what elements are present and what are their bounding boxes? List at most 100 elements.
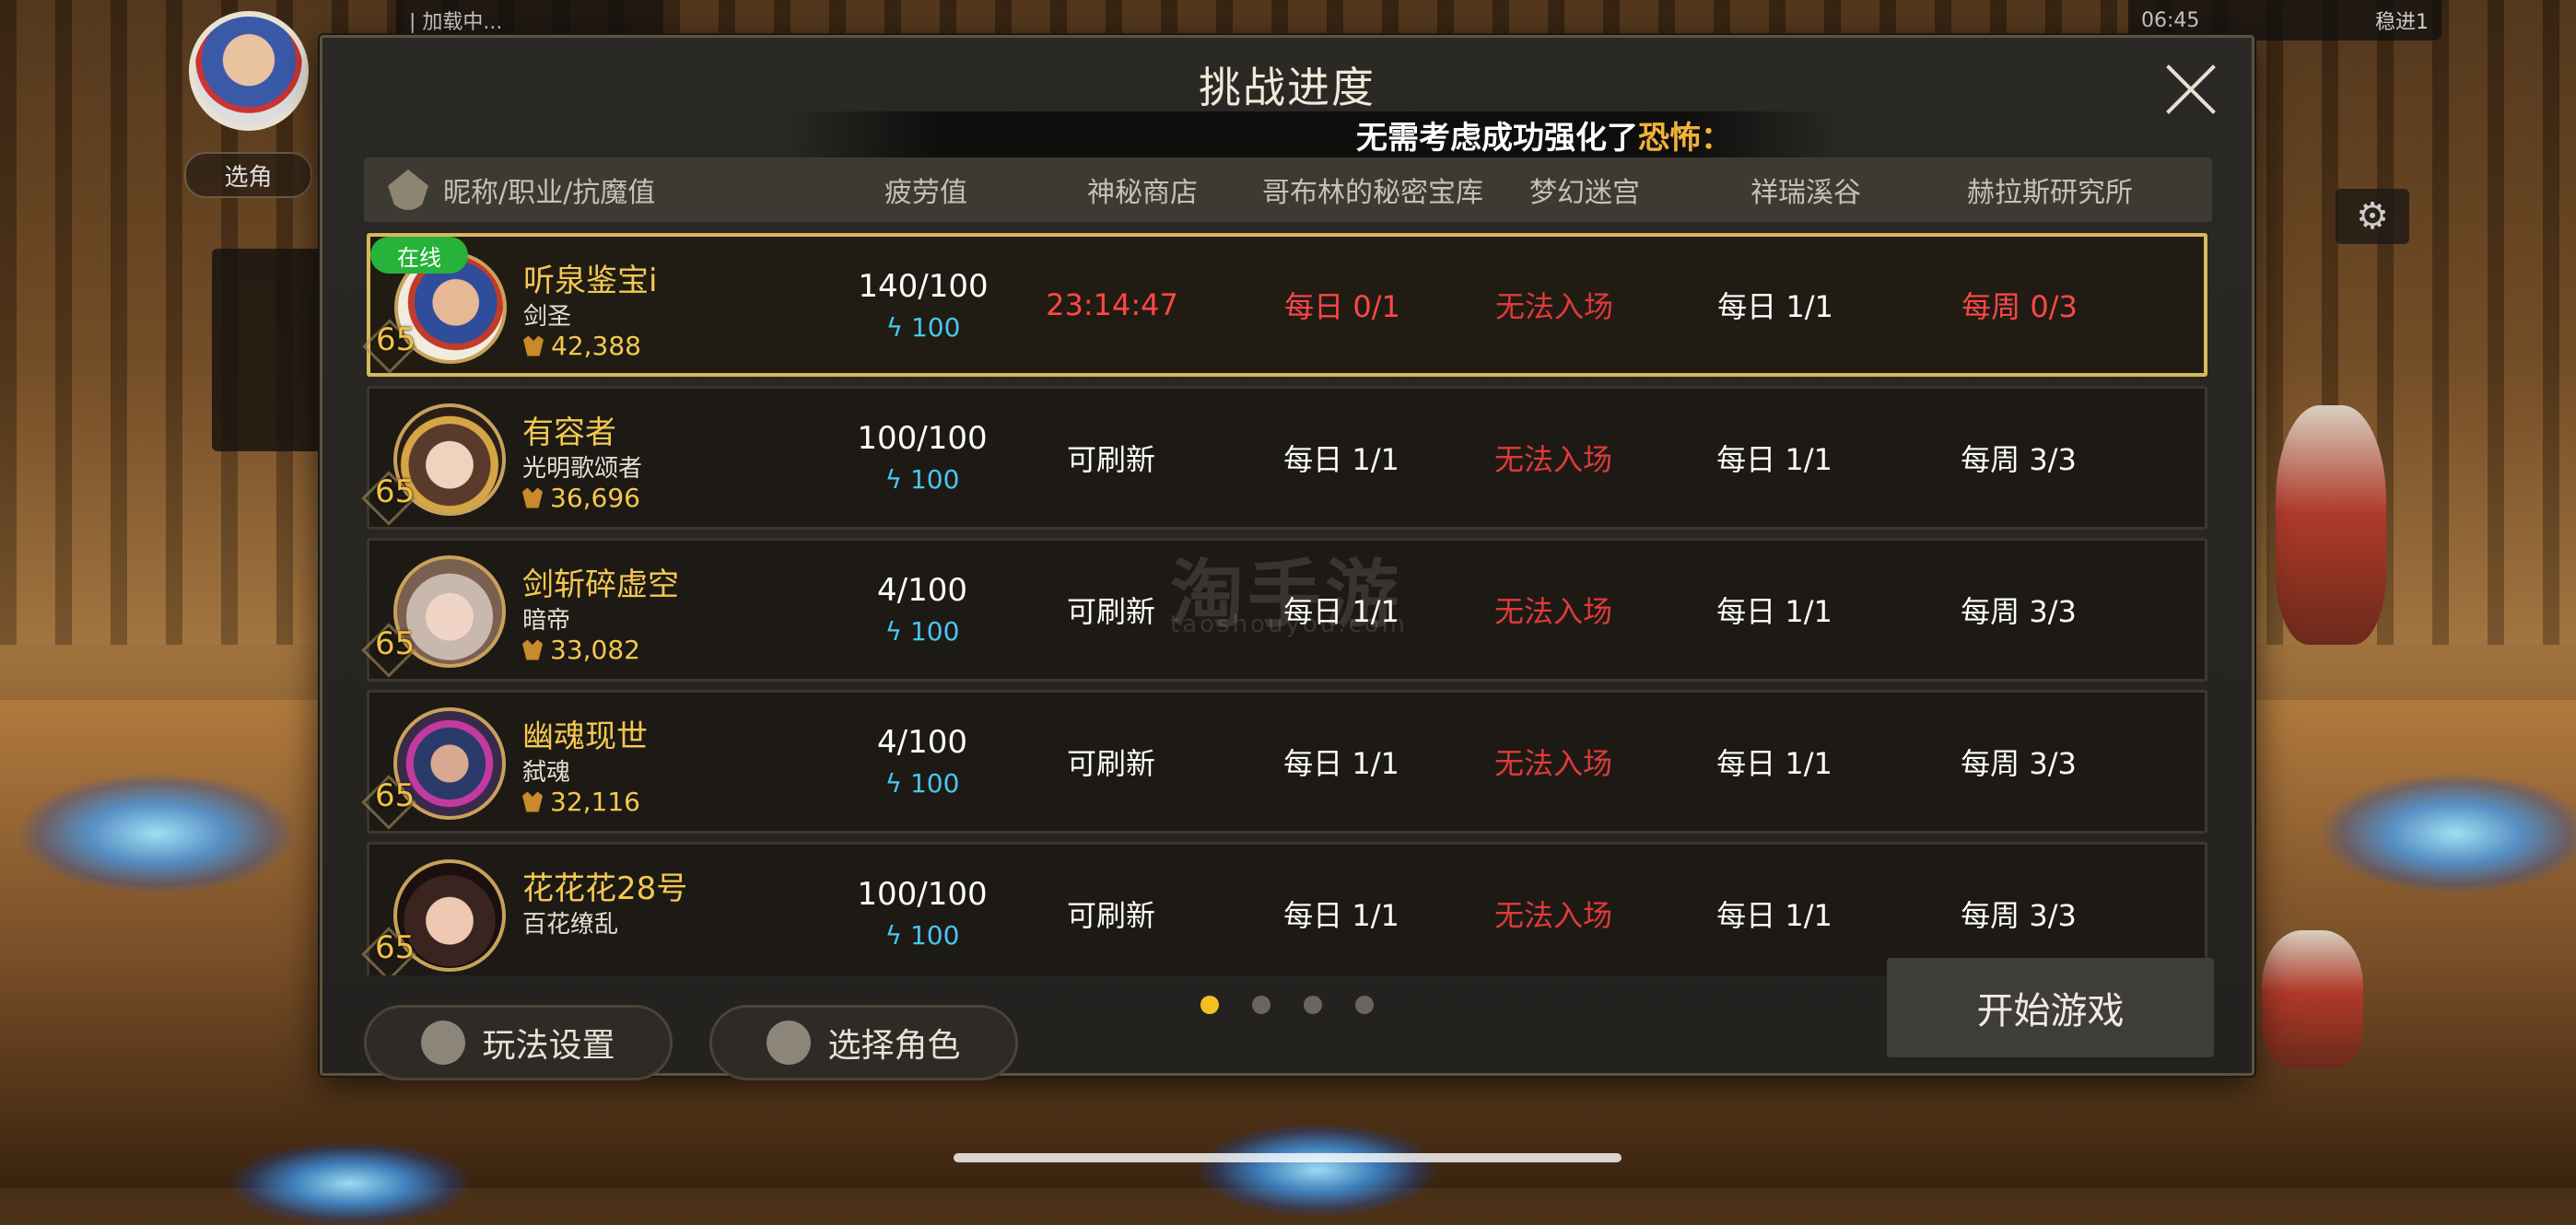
lightning-icon: ϟ bbox=[884, 464, 910, 495]
page-dot-2[interactable] bbox=[1252, 996, 1270, 1014]
hellas-status: 每周 3/3 bbox=[1961, 898, 2077, 933]
anti-magic-number: 32,116 bbox=[550, 787, 640, 817]
crown-icon bbox=[523, 335, 544, 356]
goblin-status: 每日 1/1 bbox=[1283, 442, 1399, 477]
npc-figure-bottom-right bbox=[2262, 930, 2363, 1068]
fatigue-value: 4/100 bbox=[877, 724, 967, 761]
character-name: 有容者 bbox=[522, 414, 616, 451]
valley-status: 每日 1/1 bbox=[1716, 594, 1832, 629]
energy-number: 100 bbox=[909, 616, 960, 647]
header-col-valley: 祥瑞溪谷 bbox=[1751, 177, 1861, 209]
crown-icon bbox=[522, 791, 543, 812]
lightning-icon: ϟ bbox=[885, 312, 911, 343]
lightning-icon: ϟ bbox=[884, 920, 910, 951]
level-badge: 65 bbox=[376, 321, 416, 358]
page-dot-1[interactable] bbox=[1200, 996, 1219, 1014]
character-name: 听泉鉴宝i bbox=[523, 262, 658, 299]
header-col-maze: 梦幻迷宫 bbox=[1529, 177, 1640, 209]
energy-number: 100 bbox=[909, 920, 960, 951]
goblin-status: 每日 0/1 bbox=[1284, 289, 1400, 324]
dialog-title: 挑战进度 bbox=[1199, 63, 1376, 112]
status-text: | 加载中... bbox=[409, 11, 503, 34]
energy-value: ϟ 100 bbox=[830, 464, 1014, 495]
maze-status: 无法入场 bbox=[1493, 594, 1612, 629]
character-head-icon bbox=[388, 169, 428, 210]
page-dot-3[interactable] bbox=[1304, 996, 1322, 1014]
character-row[interactable]: 在线 65 听泉鉴宝i 剑圣 42,388 140/100 ϟ 100 23:1… bbox=[367, 233, 2207, 377]
energy-value: ϟ 100 bbox=[830, 616, 1014, 647]
gameplay-settings-label: 玩法设置 bbox=[482, 1027, 615, 1065]
anti-magic-value: 36,696 bbox=[522, 483, 640, 513]
announcement-marquee: 无需考虑成功强化了 恐怖： bbox=[783, 111, 1843, 158]
marquee-highlight: 恐怖： bbox=[1638, 119, 1732, 157]
start-game-button[interactable]: 开始游戏 bbox=[1887, 958, 2214, 1057]
side-panel-left bbox=[212, 249, 322, 451]
portal-left bbox=[18, 774, 295, 893]
maze-status: 无法入场 bbox=[1494, 289, 1613, 324]
fatigue-value: 100/100 bbox=[857, 876, 988, 913]
character-row[interactable]: 65 幽魂现世 弑魂 32,116 4/100 ϟ 100 可刷新 每日 1/1… bbox=[367, 690, 2207, 834]
valley-status: 每日 1/1 bbox=[1716, 898, 1832, 933]
close-icon[interactable] bbox=[2163, 62, 2219, 117]
online-badge: 在线 bbox=[370, 237, 468, 274]
shop-status: 可刷新 bbox=[1066, 442, 1155, 477]
header-label-name: 昵称/职业/抗魔值 bbox=[443, 177, 656, 209]
challenge-progress-dialog: 挑战进度 无需考虑成功强化了 恐怖： 昵称/职业/抗魔值 疲劳值 神秘商店 哥布… bbox=[320, 35, 2254, 1080]
character-name: 花花花28号 bbox=[522, 870, 688, 907]
character-row[interactable]: 65 花花花28号 百花缭乱 100/100 ϟ 100 可刷新 每日 1/1 … bbox=[367, 842, 2207, 975]
character-name: 剑斩碎虚空 bbox=[522, 566, 679, 603]
select-role-chip[interactable]: 选角 bbox=[184, 152, 312, 198]
hellas-status: 每周 3/3 bbox=[1961, 442, 2077, 477]
pagination-dots bbox=[1200, 996, 1374, 1014]
crown-icon bbox=[522, 639, 543, 660]
status-extra: 稳进1 bbox=[2375, 11, 2429, 34]
status-time: 06:45 bbox=[2141, 8, 2200, 32]
select-character-label: 选择角色 bbox=[827, 1027, 961, 1065]
watermark-url: taoshouyou.com bbox=[1170, 611, 1409, 638]
energy-number: 100 bbox=[909, 464, 960, 495]
fatigue-value: 140/100 bbox=[858, 268, 989, 305]
header-col-goblin: 哥布林的秘密宝库 bbox=[1262, 177, 1483, 209]
character-job: 暗帝 bbox=[522, 607, 571, 635]
gear-icon[interactable]: ⚙ bbox=[2336, 189, 2409, 244]
shop-status: 可刷新 bbox=[1066, 746, 1155, 781]
character-job: 剑圣 bbox=[523, 303, 572, 331]
header-col-fatigue: 疲劳值 bbox=[884, 177, 967, 209]
maze-status: 无法入场 bbox=[1493, 746, 1612, 781]
energy-number: 100 bbox=[910, 312, 961, 343]
page-dot-4[interactable] bbox=[1355, 996, 1374, 1014]
anti-magic-value: 33,082 bbox=[522, 635, 640, 665]
character-icon bbox=[767, 1021, 812, 1065]
goblin-status: 每日 1/1 bbox=[1283, 898, 1399, 933]
shop-status: 可刷新 bbox=[1066, 898, 1155, 933]
energy-value: ϟ 100 bbox=[830, 920, 1014, 951]
player-avatar[interactable] bbox=[189, 11, 309, 131]
lightning-icon: ϟ bbox=[884, 768, 910, 799]
gameplay-settings-button[interactable]: 玩法设置 bbox=[364, 1005, 673, 1080]
hellas-status: 每周 0/3 bbox=[1961, 289, 2078, 324]
header-col-hellas: 赫拉斯研究所 bbox=[1967, 177, 2133, 209]
energy-value: ϟ 100 bbox=[830, 768, 1014, 799]
valley-status: 每日 1/1 bbox=[1716, 442, 1832, 477]
anti-magic-number: 42,388 bbox=[551, 331, 641, 361]
home-indicator[interactable] bbox=[954, 1153, 1622, 1162]
anti-magic-value: 32,116 bbox=[522, 787, 640, 817]
level-badge: 65 bbox=[375, 777, 416, 814]
level-badge: 65 bbox=[375, 929, 416, 966]
goblin-status: 每日 1/1 bbox=[1283, 746, 1399, 781]
hellas-status: 每周 3/3 bbox=[1961, 594, 2077, 629]
anti-magic-number: 36,696 bbox=[550, 483, 640, 513]
valley-status: 每日 1/1 bbox=[1717, 289, 1833, 324]
shop-status: 23:14:47 bbox=[1046, 287, 1178, 322]
energy-number: 100 bbox=[909, 768, 960, 799]
character-row[interactable]: 65 有容者 光明歌颂者 36,696 100/100 ϟ 100 可刷新 每日… bbox=[367, 386, 2207, 530]
gear-icon bbox=[421, 1021, 466, 1065]
header-col-name: 昵称/职业/抗魔值 bbox=[388, 158, 812, 222]
select-character-button[interactable]: 选择角色 bbox=[709, 1005, 1018, 1080]
anti-magic-number: 33,082 bbox=[550, 635, 640, 665]
marquee-text: 无需考虑成功强化了 bbox=[1356, 119, 1638, 157]
crown-icon bbox=[522, 487, 543, 508]
maze-status: 无法入场 bbox=[1493, 898, 1612, 933]
level-badge: 65 bbox=[375, 473, 416, 510]
fatigue-value: 4/100 bbox=[877, 572, 967, 609]
